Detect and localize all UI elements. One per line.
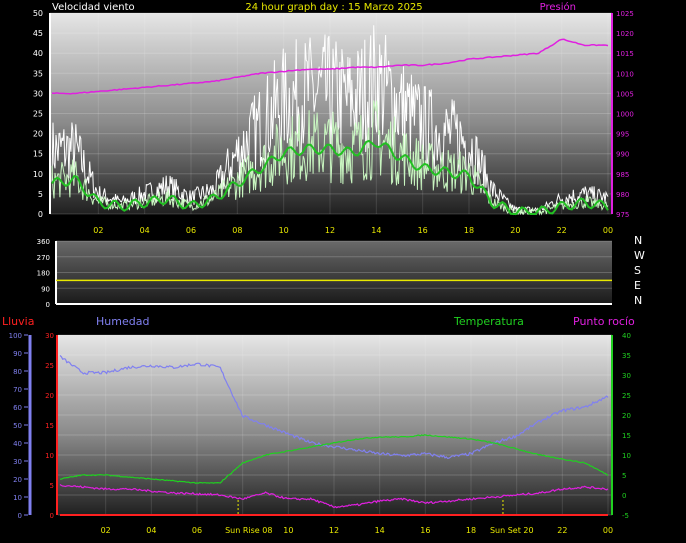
wind-y-tick-label: 10 bbox=[33, 170, 43, 179]
temperature-label: Temperatura bbox=[453, 315, 524, 328]
wind-y-tick-label: 35 bbox=[33, 69, 43, 78]
weather-plot-area bbox=[58, 335, 612, 515]
wind-x-tick-label: 08 bbox=[232, 226, 242, 235]
wind-x-tick-label: 18 bbox=[464, 226, 474, 235]
pressure-tick-label: 1020 bbox=[616, 30, 634, 38]
wind-x-tick-label: 14 bbox=[371, 226, 381, 235]
weather-x-tick-label: 06 bbox=[192, 526, 202, 535]
wind-x-tick-label: 20 bbox=[510, 226, 520, 235]
wind-x-tick-label: 04 bbox=[140, 226, 150, 235]
temperature-tick-label: 5 bbox=[622, 472, 626, 480]
wind-speed-label: Velocidad viento bbox=[52, 2, 135, 13]
rain-label: Lluvia bbox=[2, 315, 34, 328]
humidity-tick-label: 20 bbox=[13, 476, 22, 484]
pressure-tick-label: 995 bbox=[616, 131, 629, 139]
humidity-tick-label: 40 bbox=[13, 440, 22, 448]
direction-y-tick-label: 360 bbox=[37, 238, 50, 246]
wind-y-tick-label: 30 bbox=[33, 89, 43, 98]
weather-graph: 0510152025303540455097598098599099510001… bbox=[2, 1, 645, 535]
wind-y-tick-label: 15 bbox=[33, 150, 43, 159]
temperature-tick-label: 30 bbox=[622, 372, 631, 380]
temperature-tick-label: 10 bbox=[622, 452, 631, 460]
weather-x-tick-label: 16 bbox=[420, 526, 430, 535]
weather-x-tick-label: 00 bbox=[603, 526, 613, 535]
direction-y-tick-label: 270 bbox=[37, 254, 50, 262]
humidity-tick-label: 50 bbox=[13, 422, 22, 430]
temperature-tick-label: -5 bbox=[622, 512, 629, 520]
pressure-label: Presión bbox=[540, 1, 576, 13]
chart-title: 24 hour graph day : 15 Marzo 2025 bbox=[245, 2, 422, 13]
pressure-tick-label: 1005 bbox=[616, 90, 634, 98]
weather-x-tick-label: 12 bbox=[329, 526, 339, 535]
humidity-label: Humedad bbox=[96, 315, 149, 328]
wind-x-tick-label: 02 bbox=[93, 226, 103, 235]
pressure-tick-label: 985 bbox=[616, 171, 629, 179]
wind-y-tick-label: 5 bbox=[38, 190, 43, 199]
weather-x-tick-label: 02 bbox=[101, 526, 111, 535]
humidity-tick-label: 10 bbox=[13, 494, 22, 502]
temperature-tick-label: 0 bbox=[622, 492, 626, 500]
wind-x-tick-label: 12 bbox=[325, 226, 335, 235]
compass-label: W bbox=[634, 249, 645, 262]
rain-tick-label: 10 bbox=[45, 452, 54, 460]
rain-tick-label: 20 bbox=[45, 392, 54, 400]
weather-x-tick-label: 18 bbox=[466, 526, 476, 535]
wind-x-tick-label: 00 bbox=[603, 226, 613, 235]
temperature-tick-label: 25 bbox=[622, 392, 631, 400]
weather-x-tick-label: 10 bbox=[283, 526, 293, 535]
weather-x-tick-label: 04 bbox=[146, 526, 156, 535]
wind-x-tick-label: 22 bbox=[557, 226, 567, 235]
humidity-tick-label: 30 bbox=[13, 458, 22, 466]
direction-y-tick-label: 180 bbox=[37, 270, 50, 278]
humidity-tick-label: 90 bbox=[13, 350, 22, 358]
wind-x-tick-label: 16 bbox=[418, 226, 428, 235]
wind-y-tick-label: 45 bbox=[33, 29, 43, 38]
rain-tick-label: 5 bbox=[50, 482, 54, 490]
pressure-tick-label: 975 bbox=[616, 211, 629, 219]
wind-x-tick-label: 06 bbox=[186, 226, 196, 235]
rain-tick-label: 0 bbox=[50, 512, 54, 520]
sun-annotation-label: Sun Set 20 bbox=[490, 526, 534, 535]
humidity-tick-label: 0 bbox=[18, 512, 22, 520]
pressure-tick-label: 1025 bbox=[616, 10, 634, 18]
pressure-tick-label: 1015 bbox=[616, 50, 634, 58]
direction-y-tick-label: 90 bbox=[41, 285, 50, 293]
wind-y-tick-label: 25 bbox=[33, 110, 43, 119]
sun-annotation-label: Sun Rise 08 bbox=[225, 526, 272, 535]
wind-y-tick-label: 20 bbox=[33, 130, 43, 139]
pressure-tick-label: 990 bbox=[616, 151, 629, 159]
dewpoint-label: Punto rocío bbox=[573, 315, 635, 328]
compass-label: S bbox=[634, 264, 641, 277]
temperature-tick-label: 40 bbox=[622, 332, 631, 340]
humidity-tick-label: 70 bbox=[13, 386, 22, 394]
wind-y-tick-label: 50 bbox=[33, 9, 43, 18]
weather-x-tick-label: 22 bbox=[557, 526, 567, 535]
direction-y-tick-label: 0 bbox=[46, 301, 50, 309]
rain-tick-label: 30 bbox=[45, 332, 54, 340]
rain-tick-label: 25 bbox=[45, 362, 54, 370]
temperature-tick-label: 15 bbox=[622, 432, 631, 440]
compass-label: N bbox=[634, 294, 642, 307]
weather-x-tick-label: 14 bbox=[375, 526, 385, 535]
temperature-tick-label: 20 bbox=[622, 412, 631, 420]
compass-label: E bbox=[634, 279, 641, 292]
pressure-tick-label: 980 bbox=[616, 191, 629, 199]
temperature-tick-label: 35 bbox=[622, 352, 631, 360]
pressure-tick-label: 1000 bbox=[616, 111, 634, 119]
rain-tick-label: 15 bbox=[45, 422, 54, 430]
pressure-tick-label: 1010 bbox=[616, 70, 634, 78]
wind-x-tick-label: 10 bbox=[279, 226, 289, 235]
compass-label: N bbox=[634, 234, 642, 247]
humidity-tick-label: 100 bbox=[9, 332, 22, 340]
wind-y-tick-label: 0 bbox=[38, 210, 43, 219]
humidity-tick-label: 80 bbox=[13, 368, 22, 376]
wind-y-tick-label: 40 bbox=[33, 49, 43, 58]
humidity-tick-label: 60 bbox=[13, 404, 22, 412]
